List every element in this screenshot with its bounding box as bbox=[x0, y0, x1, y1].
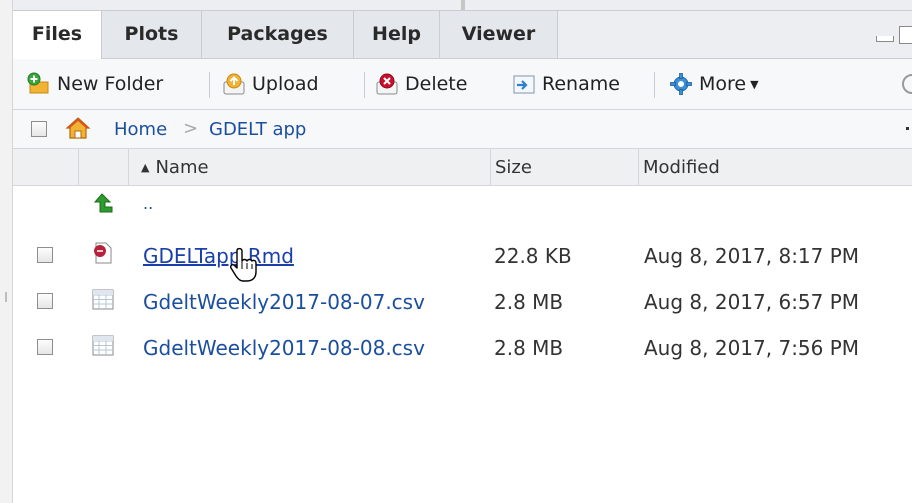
row-checkbox[interactable] bbox=[37, 247, 53, 263]
more-button[interactable]: More ▼ bbox=[669, 70, 759, 98]
minimize-button[interactable] bbox=[876, 36, 894, 42]
file-modified: Aug 8, 2017, 8:17 PM bbox=[644, 244, 860, 268]
new-folder-button[interactable]: New Folder bbox=[27, 70, 163, 98]
chevron-down-icon: ▼ bbox=[750, 77, 759, 91]
row-checkbox[interactable] bbox=[37, 293, 53, 309]
file-size: 2.8 MB bbox=[494, 290, 564, 314]
header-size[interactable]: Size bbox=[491, 149, 639, 185]
hand-pointer-icon bbox=[230, 247, 257, 282]
breadcrumb-home[interactable]: Home bbox=[114, 119, 167, 140]
delete-label: Delete bbox=[405, 73, 468, 95]
header-size-label: Size bbox=[495, 157, 532, 178]
toolbar-separator bbox=[209, 72, 210, 98]
home-icon[interactable] bbox=[65, 116, 91, 140]
csv-file-icon bbox=[92, 335, 114, 356]
rename-icon bbox=[513, 75, 535, 94]
maximize-button[interactable] bbox=[899, 26, 912, 44]
toolbar-separator bbox=[364, 72, 365, 98]
header-name-label: Name bbox=[155, 157, 209, 178]
delete-button[interactable]: Delete bbox=[375, 70, 467, 98]
breadcrumb: Home > GDELT app bbox=[13, 110, 912, 149]
rmd-file-icon bbox=[94, 242, 112, 264]
parent-directory-link[interactable]: .. bbox=[143, 194, 153, 213]
csv-file-icon bbox=[92, 289, 114, 310]
file-table-header: ▲ Name Size Modified bbox=[13, 149, 912, 186]
new-folder-label: New Folder bbox=[57, 73, 164, 95]
file-name-link[interactable]: GdeltWeekly2017-08-08.csv bbox=[143, 336, 425, 360]
scroll-nub bbox=[461, 0, 465, 10]
table-row: GdeltWeekly2017-08-07.csv 2.8 MB Aug 8, … bbox=[13, 278, 912, 324]
files-pane: Files Plots Packages Help Viewer New Fol… bbox=[13, 0, 912, 503]
header-icon-column bbox=[79, 149, 129, 185]
delete-icon bbox=[376, 73, 398, 95]
up-arrow-icon bbox=[94, 193, 113, 213]
table-row: GdeltWeekly2017-08-08.csv 2.8 MB Aug 8, … bbox=[13, 324, 912, 370]
gear-icon bbox=[670, 73, 692, 95]
parent-directory-row[interactable]: .. bbox=[13, 186, 912, 232]
upload-label: Upload bbox=[252, 73, 319, 95]
upload-button[interactable]: Upload bbox=[222, 70, 319, 98]
new-folder-icon bbox=[27, 72, 49, 94]
file-name-link[interactable]: GDELTapp.Rmd bbox=[143, 244, 294, 268]
table-row: GDELTapp.Rmd 22.8 KB Aug 8, 2017, 8:17 P… bbox=[13, 232, 912, 278]
file-modified: Aug 8, 2017, 7:56 PM bbox=[644, 336, 860, 360]
path-menu-dot[interactable] bbox=[906, 127, 909, 130]
left-gutter bbox=[0, 0, 13, 503]
header-name[interactable]: ▲ Name bbox=[129, 149, 491, 185]
files-toolbar: New Folder Upload Delete Rename More ▼ bbox=[13, 59, 912, 110]
breadcrumb-separator: > bbox=[183, 118, 199, 139]
more-label: More bbox=[699, 73, 747, 95]
file-size: 2.8 MB bbox=[494, 336, 564, 360]
upload-icon bbox=[223, 73, 245, 95]
sort-ascending-icon: ▲ bbox=[141, 161, 150, 174]
tab-packages[interactable]: Packages bbox=[202, 11, 354, 58]
file-modified: Aug 8, 2017, 6:57 PM bbox=[644, 290, 860, 314]
header-modified[interactable]: Modified bbox=[639, 149, 912, 185]
select-all-checkbox[interactable] bbox=[31, 121, 47, 137]
tab-bar: Files Plots Packages Help Viewer bbox=[13, 0, 912, 59]
toolbar-separator bbox=[654, 72, 655, 98]
refresh-icon[interactable] bbox=[900, 73, 912, 95]
gutter-grip[interactable] bbox=[5, 292, 7, 302]
file-name-link[interactable]: GdeltWeekly2017-08-07.csv bbox=[143, 290, 425, 314]
tab-plots[interactable]: Plots bbox=[102, 11, 202, 58]
header-checkbox-column bbox=[13, 149, 79, 185]
tab-help[interactable]: Help bbox=[354, 11, 440, 58]
tab-viewer[interactable]: Viewer bbox=[440, 11, 558, 58]
row-checkbox[interactable] bbox=[37, 339, 53, 355]
rename-label: Rename bbox=[542, 73, 620, 95]
rename-button[interactable]: Rename bbox=[512, 70, 620, 98]
tab-files[interactable]: Files bbox=[13, 11, 102, 59]
header-modified-label: Modified bbox=[643, 157, 720, 178]
file-size: 22.8 KB bbox=[494, 244, 572, 268]
breadcrumb-current[interactable]: GDELT app bbox=[209, 119, 306, 140]
